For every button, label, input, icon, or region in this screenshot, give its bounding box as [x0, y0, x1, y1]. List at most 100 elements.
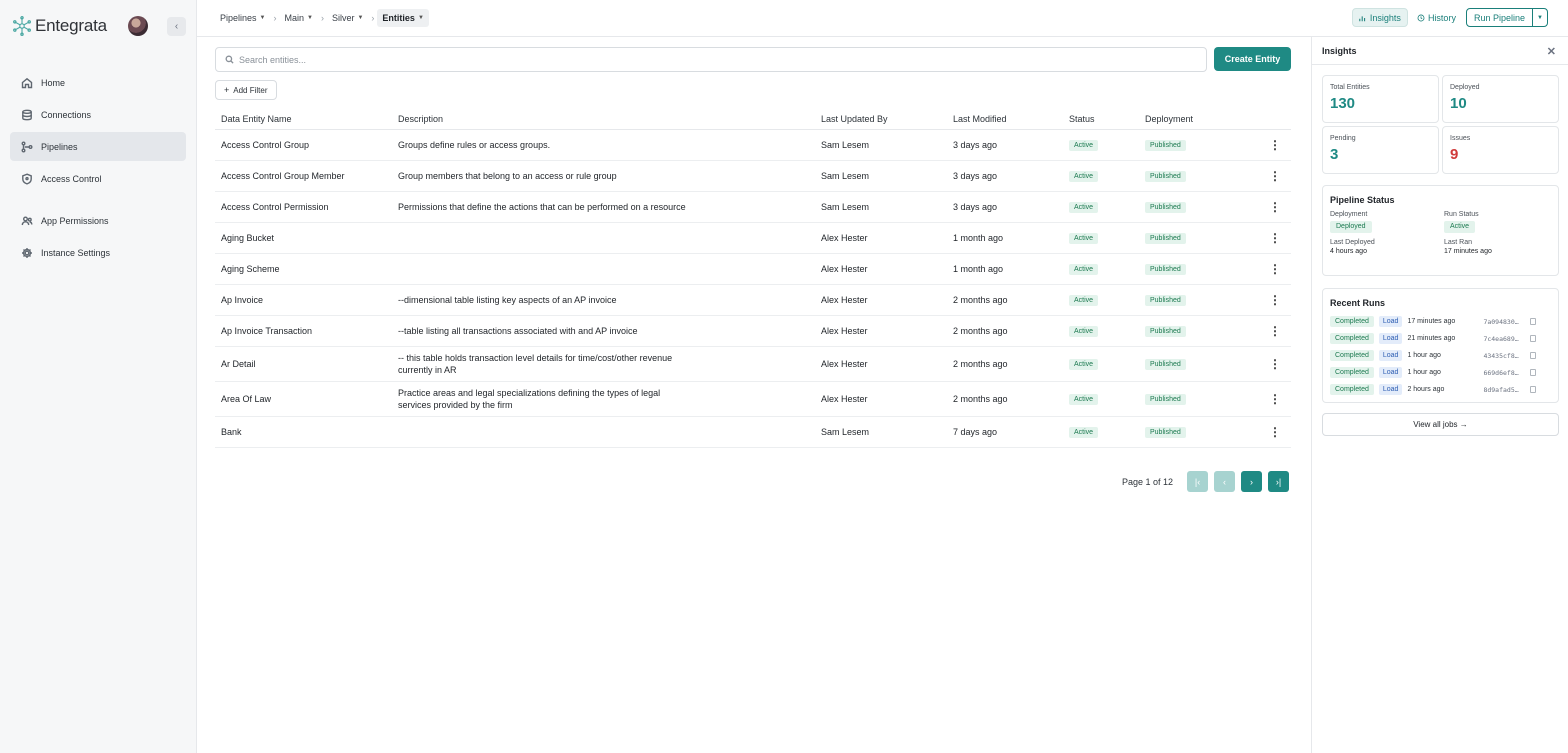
insights-button[interactable]: Insights [1351, 8, 1408, 27]
table-row[interactable]: Access Control Group Groups define rules … [215, 130, 1291, 161]
sidebar-item-label: Access Control [41, 173, 102, 184]
next-page-button[interactable]: › [1241, 471, 1263, 492]
entity-name[interactable]: Ap Invoice [215, 295, 398, 305]
status-cell: Active [1069, 232, 1145, 244]
run-id: 8d9afad5… [1483, 385, 1519, 394]
collapse-sidebar-button[interactable]: ‹ [167, 17, 186, 36]
deployment-badge: Published [1145, 359, 1186, 370]
sidebar-item-connections[interactable]: Connections [10, 100, 186, 129]
copy-icon[interactable] [1530, 352, 1537, 359]
column-header-deployment[interactable]: Deployment [1145, 114, 1255, 124]
stat-issues: Issues 9 [1442, 126, 1559, 174]
run-id: 43435cf8… [1483, 351, 1519, 360]
column-header-updated-by[interactable]: Last Updated By [821, 114, 953, 124]
entity-updated-by: Alex Hester [821, 359, 868, 369]
more-vertical-icon: ⋮ [1269, 392, 1281, 406]
row-menu-button[interactable]: ⋮ [1255, 392, 1291, 406]
deployment-badge: Published [1145, 233, 1186, 244]
brand-logo[interactable]: Entegrata [12, 15, 107, 37]
column-header-name[interactable]: Data Entity Name [215, 114, 398, 124]
row-menu-button[interactable]: ⋮ [1255, 357, 1291, 371]
table-row[interactable]: Ap Invoice --dimensional table listing ke… [215, 285, 1291, 316]
sidebar-item-instance-settings[interactable]: Instance Settings [10, 238, 186, 267]
breadcrumb-main[interactable]: Main ▼ [279, 9, 317, 27]
last-ran-cell: Last Ran 17 minutes ago [1444, 239, 1558, 255]
breadcrumb-label: Pipelines [220, 13, 257, 23]
entity-name[interactable]: Aging Bucket [215, 233, 398, 243]
recent-run-row[interactable]: Completed Load 1 hour ago 669d6ef8… [1323, 364, 1558, 381]
add-filter-button[interactable]: + Add Filter [215, 80, 277, 100]
last-page-icon: ›| [1275, 476, 1282, 487]
copy-icon[interactable] [1530, 386, 1537, 393]
main-content: Search entities... Create Entity + Add F… [197, 37, 1311, 753]
insights-header: Insights ✕ [1312, 37, 1568, 65]
recent-run-row[interactable]: Completed Load 21 minutes ago 7c4ea689… [1323, 330, 1558, 347]
prev-page-button[interactable]: ‹ [1214, 471, 1236, 492]
table-row[interactable]: Bank Sam Lesem 7 days ago Active Published ⋮ [215, 417, 1291, 448]
row-menu-button[interactable]: ⋮ [1255, 138, 1291, 152]
entity-name[interactable]: Bank [215, 427, 398, 437]
row-menu-button[interactable]: ⋮ [1255, 425, 1291, 439]
more-vertical-icon: ⋮ [1269, 324, 1281, 338]
table-row[interactable]: Ap Invoice Transaction --table listing al… [215, 316, 1291, 347]
first-page-button[interactable]: |‹ [1187, 471, 1209, 492]
breadcrumb-pipelines[interactable]: Pipelines ▼ [215, 9, 270, 27]
column-header-status[interactable]: Status [1069, 114, 1145, 124]
search-icon [225, 55, 234, 64]
column-header-modified[interactable]: Last Modified [953, 114, 1069, 124]
entity-name[interactable]: Access Control Permission [215, 202, 398, 212]
status-cell: Active [1069, 294, 1145, 306]
entity-name[interactable]: Access Control Group [215, 140, 398, 150]
entity-name[interactable]: Ap Invoice Transaction [215, 326, 398, 336]
recent-run-row[interactable]: Completed Load 1 hour ago 43435cf8… [1323, 347, 1558, 364]
sidebar-item-home[interactable]: Home [10, 68, 186, 97]
row-menu-button[interactable]: ⋮ [1255, 169, 1291, 183]
create-entity-button[interactable]: Create Entity [1214, 47, 1291, 71]
sidebar-item-pipelines[interactable]: Pipelines [10, 132, 186, 161]
table-row[interactable]: Access Control Permission Permissions tha… [215, 192, 1291, 223]
stat-value: 9 [1450, 146, 1459, 163]
avatar[interactable] [128, 16, 148, 36]
entity-name[interactable]: Area Of Law [215, 394, 398, 404]
row-menu-button[interactable]: ⋮ [1255, 262, 1291, 276]
table-row[interactable]: Aging Scheme Alex Hester 1 month ago Active… [215, 254, 1291, 285]
column-header-description[interactable]: Description [398, 113, 821, 125]
table-row[interactable]: Ar Detail -- this table holds transaction… [215, 347, 1291, 382]
table-row[interactable]: Area Of Law Practice areas and legal spec… [215, 382, 1291, 417]
view-all-jobs-button[interactable]: View all jobs → [1322, 413, 1559, 436]
sidebar-item-label: Pipelines [41, 141, 78, 152]
breadcrumb-silver[interactable]: Silver ▼ [327, 9, 368, 27]
last-page-button[interactable]: ›| [1268, 471, 1290, 492]
chart-icon [1359, 15, 1366, 21]
breadcrumb-entities[interactable]: Entities ▼ [377, 9, 429, 27]
recent-runs-list: Completed Load 17 minutes ago 7a094830… Comp… [1323, 313, 1558, 398]
table-row[interactable]: Access Control Group Member Group members… [215, 161, 1291, 192]
first-page-icon: |‹ [1194, 476, 1201, 487]
stat-label: Total Entities [1330, 84, 1370, 91]
run-pipeline-button[interactable]: Run Pipeline ▼ [1465, 8, 1548, 27]
copy-icon[interactable] [1530, 318, 1537, 325]
recent-run-row[interactable]: Completed Load 2 hours ago 8d9afad5… [1323, 381, 1558, 398]
recent-run-row[interactable]: Completed Load 17 minutes ago 7a094830… [1323, 313, 1558, 330]
close-icon[interactable]: ✕ [1547, 45, 1556, 58]
row-menu-button[interactable]: ⋮ [1255, 324, 1291, 338]
row-menu-button[interactable]: ⋮ [1255, 293, 1291, 307]
history-button[interactable]: History [1411, 8, 1462, 27]
entity-updated-by: Alex Hester [821, 233, 868, 243]
chevron-down-icon[interactable]: ▼ [1532, 9, 1547, 26]
entity-name[interactable]: Aging Scheme [215, 264, 398, 274]
search-input[interactable]: Search entities... [215, 47, 1207, 72]
entity-name[interactable]: Access Control Group Member [215, 171, 398, 181]
pipeline-status-grid: Deployment Deployed Run Status Active La… [1323, 205, 1558, 255]
sidebar-item-app-permissions[interactable]: App Permissions [10, 206, 186, 235]
copy-icon[interactable] [1530, 335, 1537, 342]
sidebar-item-access-control[interactable]: Access Control [10, 164, 186, 193]
row-menu-button[interactable]: ⋮ [1255, 231, 1291, 245]
status-badge: Active [1069, 233, 1099, 244]
entity-name[interactable]: Ar Detail [215, 359, 398, 369]
table-row[interactable]: Aging Bucket Alex Hester 1 month ago Active… [215, 223, 1291, 254]
more-vertical-icon: ⋮ [1269, 169, 1281, 183]
row-menu-button[interactable]: ⋮ [1255, 200, 1291, 214]
status-badge: Active [1069, 140, 1099, 151]
copy-icon[interactable] [1530, 369, 1537, 376]
